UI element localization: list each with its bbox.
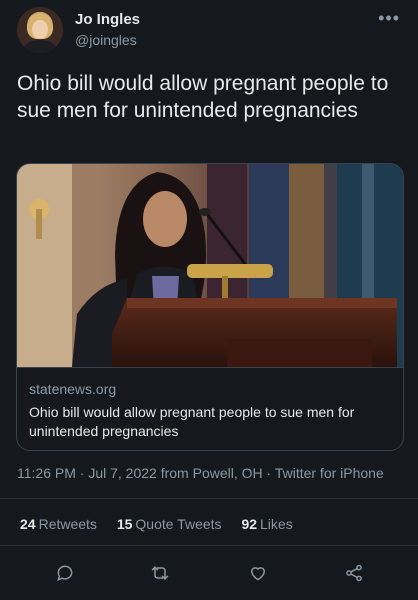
more-icon[interactable]: ••• bbox=[378, 8, 400, 29]
divider bbox=[0, 545, 418, 546]
divider bbox=[0, 498, 418, 499]
source-label[interactable]: Twitter for iPhone bbox=[275, 465, 384, 481]
card-image bbox=[17, 164, 403, 367]
share-icon[interactable] bbox=[341, 560, 367, 586]
retweet-icon[interactable] bbox=[147, 560, 173, 586]
action-bar bbox=[0, 560, 418, 586]
quote-tweets-stat[interactable]: 15 Quote Tweets bbox=[117, 516, 222, 532]
heart-icon[interactable] bbox=[245, 560, 271, 586]
link-card[interactable]: statenews.org Ohio bill would allow preg… bbox=[16, 163, 404, 451]
author-handle[interactable]: @joingles bbox=[75, 32, 137, 48]
likes-stat[interactable]: 92 Likes bbox=[241, 516, 292, 532]
avatar[interactable] bbox=[17, 7, 63, 53]
author-name[interactable]: Jo Ingles bbox=[75, 11, 140, 28]
card-domain: statenews.org bbox=[29, 381, 117, 397]
engagement-stats: 24 Retweets 15 Quote Tweets 92 Likes bbox=[20, 516, 309, 532]
retweets-stat[interactable]: 24 Retweets bbox=[20, 516, 97, 532]
reply-icon[interactable] bbox=[52, 560, 78, 586]
timestamp: 11:26 PM · Jul 7, 2022 from Powell, OH ·… bbox=[17, 465, 384, 481]
card-title: Ohio bill would allow pregnant people to… bbox=[29, 404, 355, 439]
tweet: Jo Ingles @joingles ••• Ohio bill would … bbox=[0, 0, 418, 600]
tweet-text: Ohio bill would allow pregnant people to… bbox=[17, 72, 389, 122]
timestamp-text[interactable]: 11:26 PM · Jul 7, 2022 from Powell, OH · bbox=[17, 465, 275, 481]
